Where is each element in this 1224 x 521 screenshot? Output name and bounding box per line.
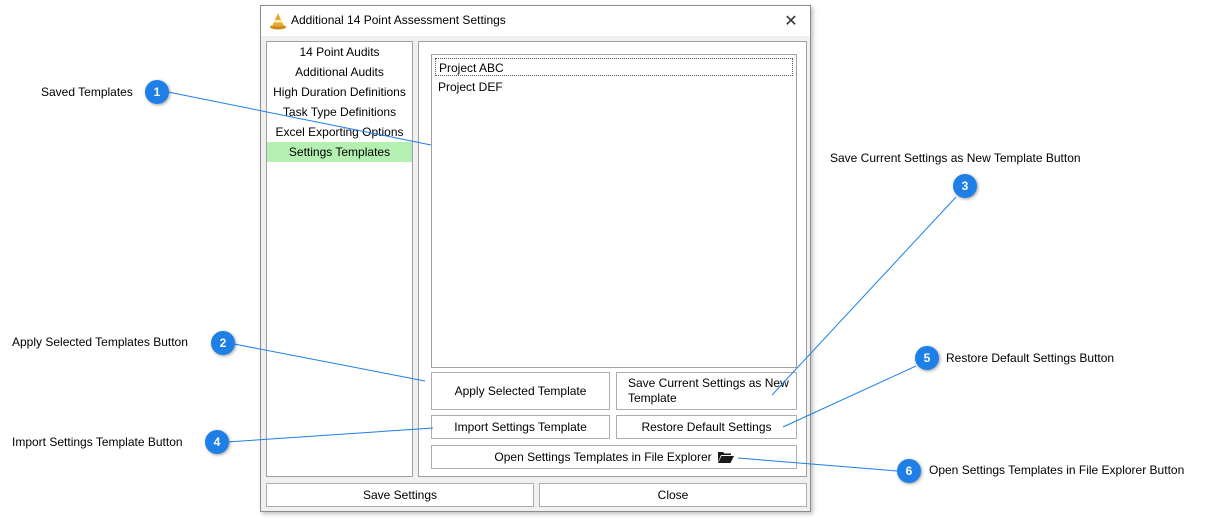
folder-open-icon xyxy=(717,452,734,463)
open-templates-in-explorer-button[interactable]: Open Settings Templates in File Explorer xyxy=(431,445,797,469)
callout-label-saved-templates: Saved Templates xyxy=(41,85,133,99)
open-explorer-label: Open Settings Templates in File Explorer xyxy=(494,450,712,464)
nav-item-excel-exporting-options[interactable]: Excel Exporting Options xyxy=(267,122,412,142)
window-title: Additional 14 Point Assessment Settings xyxy=(291,13,506,27)
callout-badge-6: 6 xyxy=(897,459,921,483)
nav-item-high-duration-definitions[interactable]: High Duration Definitions xyxy=(267,82,412,102)
callout-badge-1: 1 xyxy=(145,80,169,104)
nav-item-additional-audits[interactable]: Additional Audits xyxy=(267,62,412,82)
list-item[interactable]: Project ABC xyxy=(435,58,793,76)
callout-label-import-template: Import Settings Template Button xyxy=(12,435,183,449)
nav-item-settings-templates[interactable]: Settings Templates xyxy=(267,142,412,162)
title-bar: Additional 14 Point Assessment Settings … xyxy=(261,6,810,36)
nav-item-task-type-definitions[interactable]: Task Type Definitions xyxy=(267,102,412,122)
save-as-new-template-button[interactable]: Save Current Settings as New Template xyxy=(616,372,797,410)
nav-item-14-point-audits[interactable]: 14 Point Audits xyxy=(267,42,412,62)
callout-label-restore-defaults: Restore Default Settings Button xyxy=(946,351,1115,365)
callout-badge-2: 2 xyxy=(211,331,235,355)
settings-templates-panel: Project ABC Project DEF Apply Selected T… xyxy=(418,41,807,477)
save-settings-button[interactable]: Save Settings xyxy=(266,483,534,507)
settings-nav: 14 Point Audits Additional Audits High D… xyxy=(266,41,413,477)
close-button[interactable]: Close xyxy=(539,483,807,507)
callout-badge-5: 5 xyxy=(915,346,939,370)
close-icon[interactable]: ✕ xyxy=(780,10,802,32)
list-item[interactable]: Project DEF xyxy=(435,78,503,96)
callout-badge-4: 4 xyxy=(205,430,229,454)
callout-label-save-new-template: Save Current Settings as New Template Bu… xyxy=(830,151,1081,165)
callout-label-apply-selected: Apply Selected Templates Button xyxy=(12,335,188,349)
apply-selected-template-button[interactable]: Apply Selected Template xyxy=(431,372,610,410)
settings-dialog: Additional 14 Point Assessment Settings … xyxy=(260,5,811,512)
callout-label-open-explorer: Open Settings Templates in File Explorer… xyxy=(929,463,1185,477)
import-settings-template-button[interactable]: Import Settings Template xyxy=(431,415,610,439)
saved-templates-list[interactable]: Project ABC Project DEF xyxy=(431,54,797,368)
cone-icon xyxy=(270,13,286,30)
restore-default-settings-button[interactable]: Restore Default Settings xyxy=(616,415,797,439)
callout-badge-3: 3 xyxy=(953,174,977,198)
